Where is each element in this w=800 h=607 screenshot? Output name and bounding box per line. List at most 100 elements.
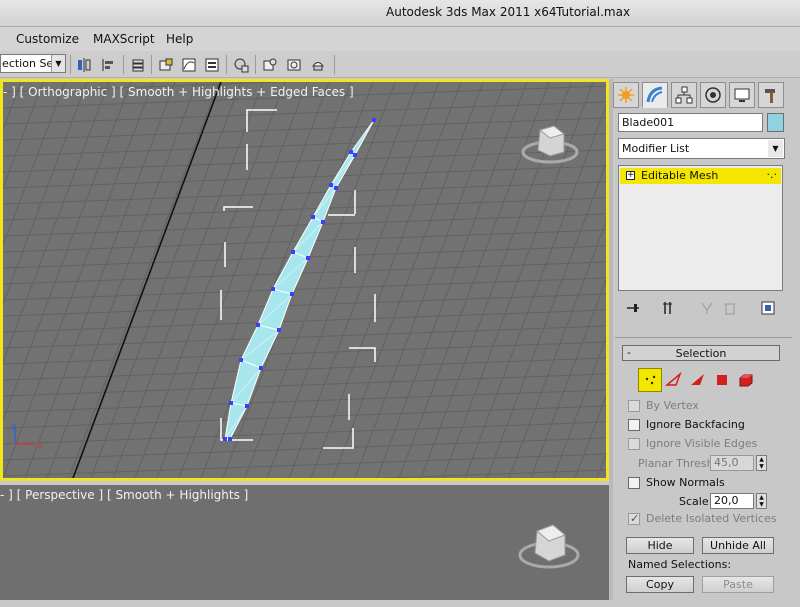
create-tab-icon[interactable]: [613, 82, 639, 108]
grid-line: [3, 133, 606, 157]
modifier-stack[interactable]: + Editable Mesh ·.·: [618, 165, 783, 291]
toolbar-divider: [334, 55, 335, 74]
mesh-vertex: [372, 118, 376, 122]
mesh-vertex: [239, 358, 243, 362]
hierarchy-tab-icon[interactable]: [671, 82, 697, 108]
modify-tab-icon[interactable]: [642, 82, 668, 108]
grid-line: [3, 82, 44, 190]
grid-line: [3, 373, 606, 397]
curve-editor-icon[interactable]: [178, 54, 199, 75]
grid-line: [72, 82, 222, 478]
mesh-vertex: [259, 366, 263, 370]
paste-button[interactable]: Paste: [702, 576, 774, 593]
grid-line: [3, 82, 88, 306]
selection-rollout-header[interactable]: - Selection: [622, 345, 780, 361]
viewport-perspective[interactable]: - ] [ Perspective ] [ Smooth + Highlight…: [0, 485, 609, 600]
grid-line: [3, 82, 154, 478]
grid-line: [442, 82, 594, 478]
grid-line: [244, 82, 396, 478]
utilities-tab-icon[interactable]: [758, 82, 784, 108]
polygon-level-icon[interactable]: [710, 368, 734, 392]
viewcube-icon[interactable]: [521, 125, 579, 164]
toolbar-divider: [70, 55, 71, 74]
mesh-vertex: [290, 292, 294, 296]
make-unique-icon[interactable]: [697, 298, 717, 318]
normals-scale-spinner[interactable]: Scale: 20,0 ▲ ▼: [679, 493, 789, 509]
face-level-icon[interactable]: [686, 368, 710, 392]
grid-line: [200, 82, 352, 478]
grid-line: [68, 82, 220, 478]
grid-line: [3, 437, 606, 461]
chevron-down-icon: ▼: [51, 55, 65, 72]
chevron-down-icon: ▼: [768, 140, 783, 157]
rendered-frame-icon[interactable]: [283, 54, 304, 75]
mesh-vertex: [291, 250, 295, 254]
grid-line: [596, 452, 606, 478]
graphite-icon[interactable]: [155, 54, 176, 75]
hide-button[interactable]: Hide: [626, 537, 694, 554]
mesh-vertex: [306, 256, 310, 260]
grid-line: [310, 82, 462, 478]
planar-thresh-spinner[interactable]: Planar Thresh: 45,0 ▲ ▼: [638, 455, 788, 471]
axis-z-label: z: [11, 422, 16, 433]
vertex-level-icon[interactable]: [638, 368, 662, 392]
subobject-level-icons: [636, 368, 766, 392]
show-end-result-icon[interactable]: [658, 298, 678, 318]
vertex-subobject-icon: ·.·: [766, 168, 778, 181]
grid-line: [3, 197, 606, 221]
toolbar-divider: [123, 55, 124, 74]
file-name: Tutorial.max: [556, 5, 631, 19]
menu-help[interactable]: Help: [166, 32, 193, 46]
object-name-field[interactable]: Blade001: [618, 113, 763, 132]
toolbar-divider: [255, 55, 256, 74]
grid-line: [3, 149, 606, 173]
spinner-arrows-icon[interactable]: ▲ ▼: [756, 455, 767, 471]
display-tab-icon[interactable]: [729, 82, 755, 108]
layers-icon[interactable]: [127, 54, 148, 75]
viewport-label-top[interactable]: - ] [ Orthographic ] [ Smooth + Highligh…: [3, 85, 354, 99]
remove-modifier-icon[interactable]: [720, 298, 740, 318]
material-editor-icon[interactable]: [230, 54, 251, 75]
stack-toolbar: [618, 298, 788, 318]
mesh-vertex: [228, 437, 232, 441]
viewport-orthographic[interactable]: z x - ] [ Orthographic ] [ Smooth + High…: [0, 79, 609, 481]
mesh-vertex: [223, 437, 227, 441]
mesh-vertex: [353, 153, 357, 157]
mesh-vertex: [245, 404, 249, 408]
object-color-swatch[interactable]: [767, 113, 784, 132]
pin-stack-icon[interactable]: [623, 298, 643, 318]
align-icon[interactable]: [97, 54, 118, 75]
grid-line: [3, 389, 606, 413]
element-level-icon[interactable]: [734, 368, 758, 392]
viewport-label-bottom[interactable]: - ] [ Perspective ] [ Smooth + Highlight…: [0, 488, 248, 502]
title-bar: Autodesk 3ds Max 2011 x64 Tutorial.max: [0, 0, 800, 27]
grid-line: [288, 82, 440, 478]
spinner-arrows-icon[interactable]: ▲ ▼: [756, 493, 767, 509]
unhide-all-button[interactable]: Unhide All: [702, 537, 774, 554]
perspective-scene: [518, 524, 580, 569]
named-selection-dropdown[interactable]: lection Se ▼: [0, 54, 66, 73]
render-icon[interactable]: [307, 54, 328, 75]
schematic-view-icon[interactable]: [201, 54, 222, 75]
viewcube-icon[interactable]: [518, 524, 580, 569]
mirror-icon[interactable]: [73, 54, 94, 75]
mesh-vertex: [329, 183, 333, 187]
motion-tab-icon[interactable]: [700, 82, 726, 108]
menu-customize[interactable]: Customize: [16, 32, 79, 46]
mesh-vertex: [271, 287, 275, 291]
expand-icon[interactable]: +: [626, 171, 635, 180]
modifier-list-dropdown[interactable]: Modifier List ▼: [618, 138, 785, 159]
copy-button[interactable]: Copy: [626, 576, 694, 593]
grid-line: [3, 117, 606, 141]
grid-line: [464, 104, 606, 478]
stack-item-editable-mesh[interactable]: + Editable Mesh ·.·: [620, 168, 781, 184]
menu-maxscript[interactable]: MAXScript: [93, 32, 155, 46]
grid-line: [3, 181, 606, 205]
mesh-vertex: [256, 323, 260, 327]
edge-level-icon[interactable]: [662, 368, 686, 392]
configure-modifier-sets-icon[interactable]: [758, 298, 778, 318]
command-panel: Blade001 Modifier List ▼ + Editable Mesh…: [613, 79, 800, 600]
render-setup-icon[interactable]: [259, 54, 280, 75]
app-title: Autodesk 3ds Max 2011 x64: [386, 5, 557, 19]
grid-line: [46, 82, 198, 478]
